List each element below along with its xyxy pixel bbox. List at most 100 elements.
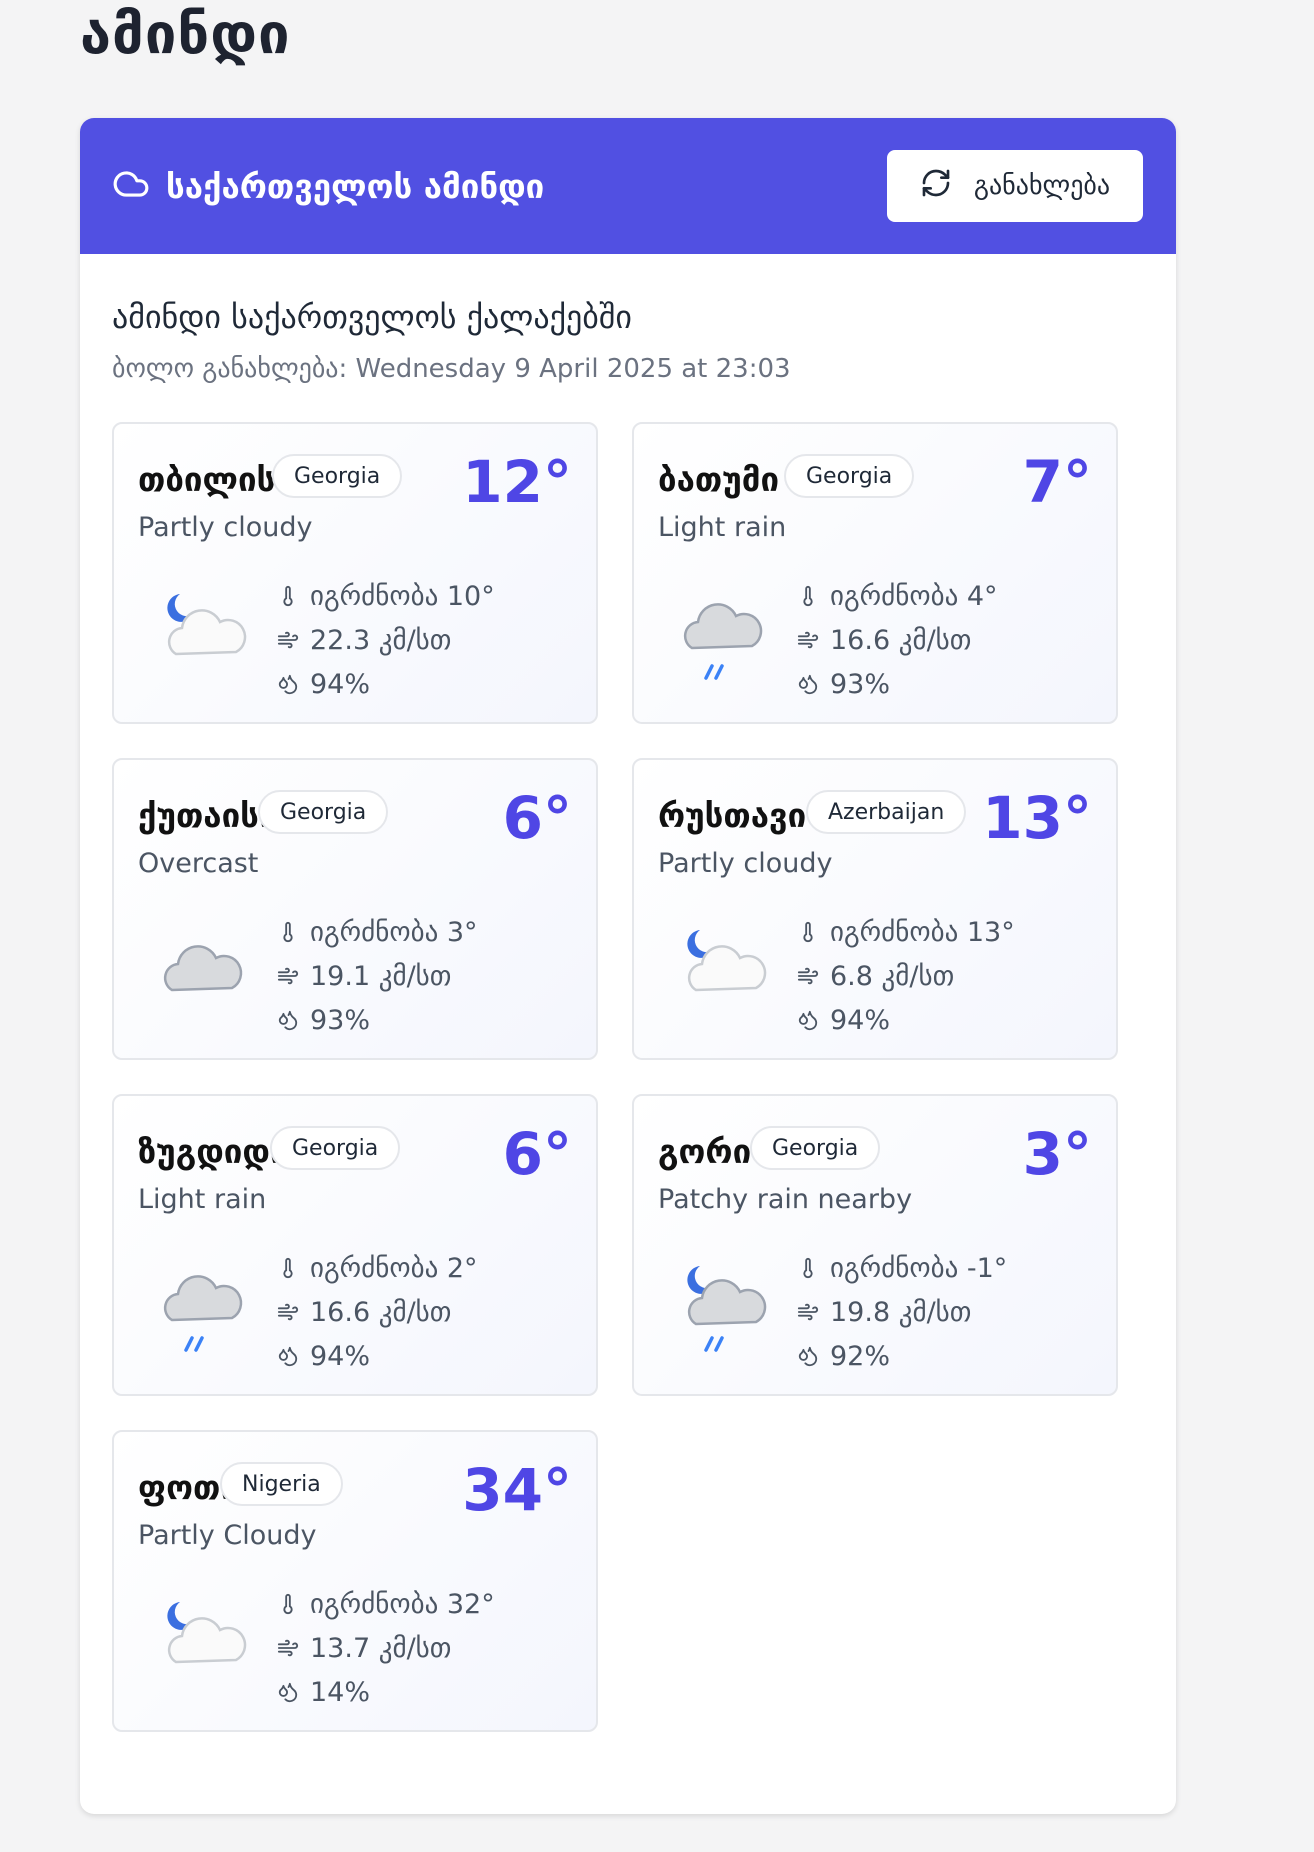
feels-like-row: იგრძნობა 32° — [274, 1582, 495, 1626]
feels-like-row: იგრძნობა 10° — [274, 574, 495, 618]
humidity-text: 94% — [310, 668, 371, 700]
humidity-row: 94% — [274, 662, 495, 706]
wind-row: 16.6 კმ/სთ — [794, 618, 998, 662]
humidity-row: 92% — [794, 1334, 1007, 1378]
card-header: საქართველოს ამინდი განახლება — [80, 118, 1176, 254]
city-grid: თბილისი Georgia 12° Partly cloudy იგრძნო… — [112, 422, 1118, 1732]
humidity-text: 93% — [310, 1004, 371, 1036]
feels-like-text: იგრძნობა 10° — [310, 580, 495, 612]
temperature: 3° — [1022, 1120, 1092, 1188]
feels-like-text: იგრძნობა 2° — [310, 1252, 478, 1284]
droplets-icon — [794, 672, 822, 696]
refresh-icon — [920, 167, 952, 206]
condition-text: Light rain — [658, 512, 787, 543]
droplets-icon — [274, 1680, 302, 1704]
feels-like-text: იგრძნობა 4° — [830, 580, 998, 612]
humidity-text: 93% — [830, 668, 891, 700]
city-name: ბათუმი — [658, 460, 780, 499]
refresh-button[interactable]: განახლება — [887, 150, 1143, 222]
wind-text: 19.8 კმ/სთ — [830, 1296, 972, 1328]
wind-icon — [794, 1300, 822, 1324]
city-name: გორი — [658, 1132, 752, 1171]
wind-text: 22.3 კმ/სთ — [310, 624, 452, 656]
temperature: 34° — [462, 1456, 572, 1524]
weather-stats: იგრძნობა 4° 16.6 კმ/სთ 93% — [794, 574, 998, 706]
city-name: რუსთავი — [658, 796, 807, 835]
city-name: თბილისი — [138, 460, 294, 499]
header-left: საქართველოს ამინდი — [112, 165, 544, 207]
weather-stats: იგრძნობა 10° 22.3 კმ/სთ 94% — [274, 574, 495, 706]
weather-stats: იგრძნობა 32° 13.7 კმ/სთ 14% — [274, 1582, 495, 1714]
temperature: 6° — [502, 1120, 572, 1188]
wind-row: 6.8 კმ/სთ — [794, 954, 1015, 998]
humidity-text: 94% — [830, 1004, 891, 1036]
country-badge: Georgia — [272, 454, 403, 498]
city-card: თბილისი Georgia 12° Partly cloudy იგრძნო… — [112, 422, 598, 724]
weather-stats: იგრძნობა -1° 19.8 კმ/სთ 92% — [794, 1246, 1007, 1378]
condition-text: Patchy rain nearby — [658, 1184, 913, 1215]
overcast-cloud-icon — [150, 920, 250, 1020]
wind-icon — [274, 628, 302, 652]
country-badge: Georgia — [784, 454, 915, 498]
feels-like-row: იგრძნობა 3° — [274, 910, 478, 954]
condition-text: Overcast — [138, 848, 259, 879]
last-update-text: ბოლო განახლება: Wednesday 9 April 2025 a… — [112, 354, 791, 384]
wind-row: 13.7 კმ/სთ — [274, 1626, 495, 1670]
wind-row: 22.3 კმ/სთ — [274, 618, 495, 662]
temperature: 6° — [502, 784, 572, 852]
moon-rain-cloud-icon — [670, 1256, 770, 1356]
wind-row: 16.6 კმ/სთ — [274, 1290, 478, 1334]
feels-like-text: იგრძნობა 32° — [310, 1588, 495, 1620]
condition-text: Light rain — [138, 1184, 267, 1215]
city-name: ქუთაისი — [138, 796, 278, 835]
weather-stats: იგრძნობა 2° 16.6 კმ/სთ 94% — [274, 1246, 478, 1378]
wind-text: 19.1 კმ/სთ — [310, 960, 452, 992]
city-card: რუსთავი Azerbaijan 13° Partly cloudy იგრ… — [632, 758, 1118, 1060]
cloud-icon — [112, 165, 150, 207]
moon-cloud-icon — [150, 1592, 250, 1692]
thermometer-icon — [794, 584, 822, 608]
feels-like-text: იგრძნობა 13° — [830, 916, 1015, 948]
city-card: ზუგდიდი Georgia 6° Light rain იგრძნობა 2… — [112, 1094, 598, 1396]
humidity-row: 93% — [794, 662, 998, 706]
city-card: ქუთაისი Georgia 6° Overcast იგრძნობა 3° … — [112, 758, 598, 1060]
humidity-text: 94% — [310, 1340, 371, 1372]
wind-icon — [274, 1636, 302, 1660]
moon-cloud-icon — [150, 584, 250, 684]
temperature: 12° — [462, 448, 572, 516]
feels-like-row: იგრძნობა 2° — [274, 1246, 478, 1290]
condition-text: Partly cloudy — [138, 512, 313, 543]
thermometer-icon — [794, 920, 822, 944]
weather-stats: იგრძნობა 13° 6.8 კმ/სთ 94% — [794, 910, 1015, 1042]
droplets-icon — [794, 1008, 822, 1032]
humidity-row: 93% — [274, 998, 478, 1042]
droplets-icon — [274, 1008, 302, 1032]
condition-text: Partly cloudy — [658, 848, 833, 879]
wind-row: 19.8 კმ/სთ — [794, 1290, 1007, 1334]
droplets-icon — [274, 1344, 302, 1368]
city-card: ფოთი Nigeria 34° Partly Cloudy იგრძნობა … — [112, 1430, 598, 1732]
wind-icon — [274, 964, 302, 988]
wind-text: 16.6 კმ/სთ — [310, 1296, 452, 1328]
header-title: საქართველოს ამინდი — [166, 166, 545, 206]
humidity-row: 94% — [794, 998, 1015, 1042]
droplets-icon — [274, 672, 302, 696]
country-badge: Nigeria — [220, 1462, 343, 1506]
wind-icon — [794, 964, 822, 988]
wind-icon — [794, 628, 822, 652]
wind-icon — [274, 1300, 302, 1324]
feels-like-row: იგრძნობა -1° — [794, 1246, 1007, 1290]
feels-like-row: იგრძნობა 4° — [794, 574, 998, 618]
weather-card: საქართველოს ამინდი განახლება ამინდი საქა… — [80, 118, 1176, 1814]
droplets-icon — [794, 1344, 822, 1368]
feels-like-text: იგრძნობა 3° — [310, 916, 478, 948]
weather-stats: იგრძნობა 3° 19.1 კმ/სთ 93% — [274, 910, 478, 1042]
temperature: 7° — [1022, 448, 1092, 516]
thermometer-icon — [274, 1256, 302, 1280]
country-badge: Azerbaijan — [806, 790, 967, 834]
rain-cloud-icon — [150, 1256, 250, 1356]
refresh-label: განახლება — [973, 171, 1111, 201]
thermometer-icon — [274, 920, 302, 944]
city-card: გორი Georgia 3° Patchy rain nearby იგრძნ… — [632, 1094, 1118, 1396]
moon-cloud-icon — [670, 920, 770, 1020]
